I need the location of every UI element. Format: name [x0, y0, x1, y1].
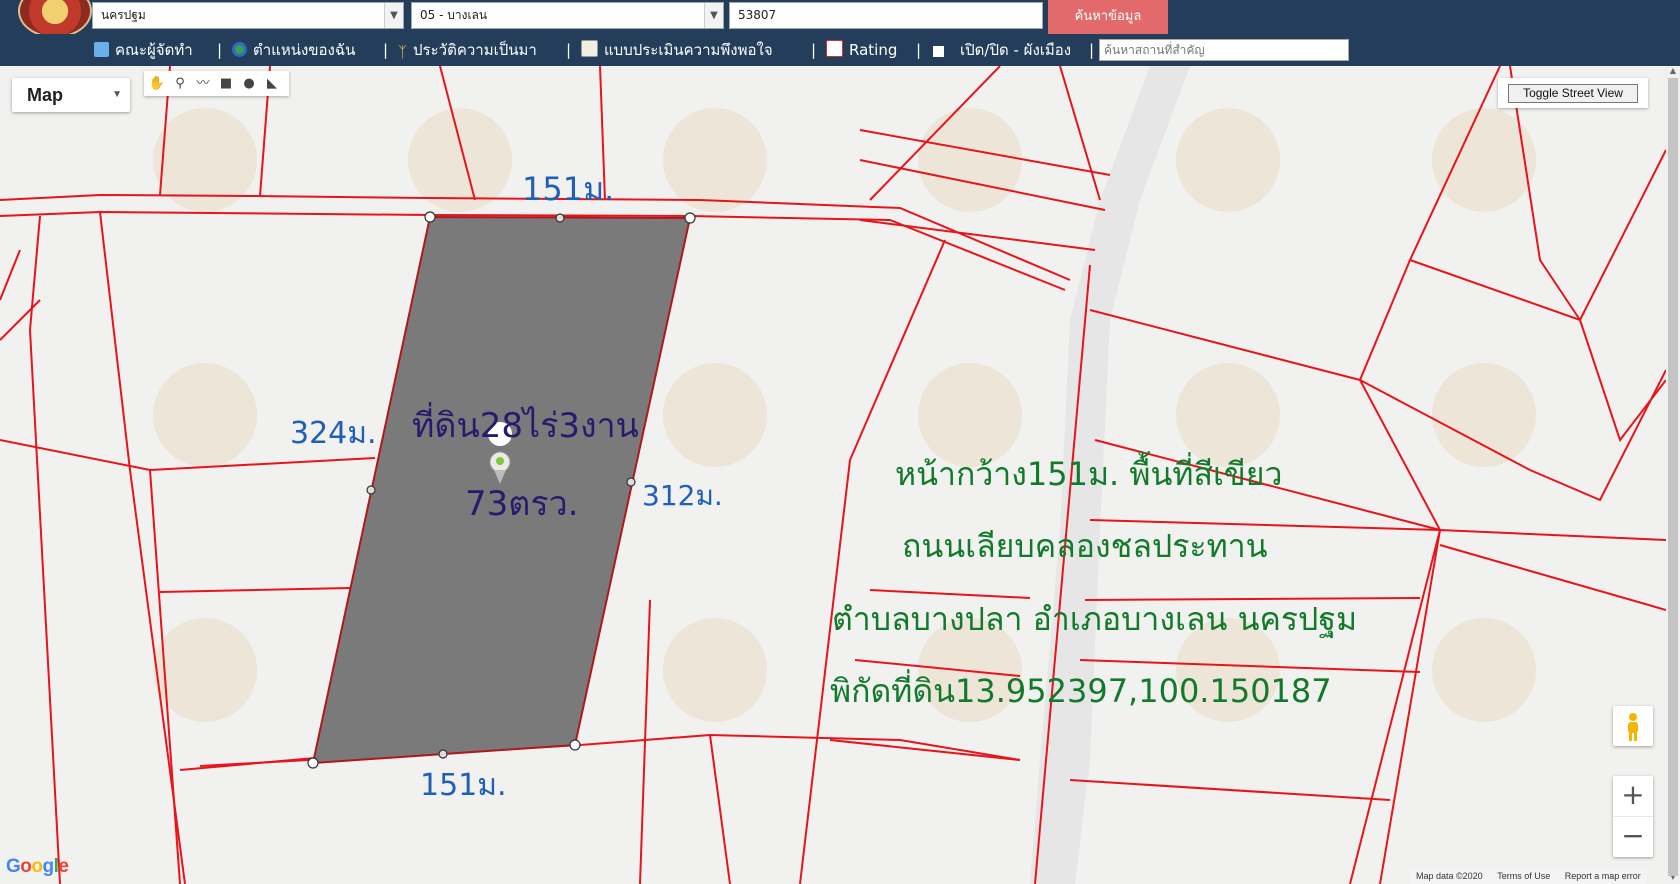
- nav-separator: |: [566, 41, 572, 59]
- toggle-street-view-button[interactable]: Toggle Street View: [1508, 84, 1638, 103]
- scroll-up-icon[interactable]: ▲: [1666, 66, 1680, 78]
- parcel-number-input[interactable]: 53807: [729, 2, 1043, 29]
- right-length-label: 312ม.: [642, 479, 723, 512]
- nav-separator: |: [916, 41, 922, 59]
- district-select-value: 05 - บางเลน: [420, 8, 488, 22]
- parcel-number-value: 53807: [738, 8, 777, 22]
- place-search-input[interactable]: ค้นหาสถานที่สำคัญ: [1099, 39, 1349, 61]
- info-frontage: หน้ากว้าง151ม. พื้นที่สีเขียว: [895, 451, 1283, 493]
- sprout-icon: ᛉ: [398, 43, 408, 61]
- parcel-boundaries: [0, 66, 1666, 884]
- search-button[interactable]: ค้นหาข้อมูล: [1048, 0, 1168, 34]
- map-data-text: Map data ©2020: [1416, 871, 1483, 881]
- globe-icon: [232, 42, 247, 57]
- drawing-toolbar: ✋ ⚲ 〰 ■ ● ◣: [144, 71, 289, 96]
- zoom-out-button[interactable]: −: [1613, 816, 1653, 857]
- nav-item-team[interactable]: คณะผู้จัดทำ: [94, 34, 193, 66]
- nav-bar: คณะผู้จัดทำ | ตำแหน่งของฉัน | ᛉ ประวัติคว…: [0, 34, 1680, 66]
- nav-separator: |: [811, 41, 817, 59]
- polygon-icon[interactable]: ◣: [263, 75, 281, 93]
- zoom-in-button[interactable]: +: [1613, 776, 1653, 816]
- left-length-label: 324ม.: [290, 416, 377, 451]
- report-error-link[interactable]: Report a map error: [1565, 871, 1641, 881]
- map-type-label: Map: [27, 85, 63, 105]
- nav-item-history[interactable]: ᛉ ประวัติความเป็นมา: [398, 34, 537, 66]
- top-search-bar: นครปฐม ▼ 05 - บางเลน ▼ 53807 ค้นหาข้อมูล: [0, 0, 1680, 38]
- nav-separator: |: [1089, 41, 1095, 59]
- rectangle-icon[interactable]: ■: [217, 75, 235, 93]
- map-attribution: Map data ©2020 Terms of Use Report a map…: [1410, 868, 1647, 884]
- nav-item-label: ประวัติความเป็นมา: [413, 41, 537, 59]
- team-icon: [94, 42, 109, 57]
- checkbox-icon[interactable]: [933, 46, 944, 57]
- department-logo: [18, 0, 92, 38]
- form-icon: [581, 40, 598, 57]
- bottom-width-label: 151ม.: [420, 768, 507, 803]
- info-coordinates: พิกัดที่ดิน13.952397,100.150187: [830, 669, 1332, 710]
- chart-icon: [826, 40, 843, 57]
- nav-item-label: ตำแหน่งของฉัน: [253, 41, 356, 59]
- nav-item-label: Rating: [849, 41, 898, 59]
- info-address: ตำบลบางปลา อำเภอบางเลน นครปฐม: [832, 600, 1357, 639]
- nav-item-city-plan-toggle[interactable]: เปิด/ปิด - ผังเมือง: [933, 34, 1071, 66]
- nav-item-my-location[interactable]: ตำแหน่งของฉัน: [232, 34, 355, 66]
- marker-icon[interactable]: ⚲: [171, 75, 189, 93]
- nav-item-satisfaction[interactable]: แบบประเมินความพึงพอใจ: [581, 34, 773, 66]
- nav-item-label: แบบประเมินความพึงพอใจ: [604, 41, 773, 59]
- pegman-figure: [1628, 713, 1638, 741]
- nav-separator: |: [383, 41, 389, 59]
- parcel-map[interactable]: 151ม. 324ม. 312ม. 151ม. ที่ดิน28ไร่3งาน …: [0, 66, 1666, 884]
- polyline-icon[interactable]: 〰: [194, 75, 212, 93]
- area-label-line1: ที่ดิน28ไร่3งาน: [412, 402, 639, 446]
- chevron-down-icon: ▼: [112, 89, 122, 100]
- terms-link[interactable]: Terms of Use: [1497, 871, 1550, 881]
- nav-separator: |: [217, 41, 223, 59]
- map-canvas[interactable]: 151ม. 324ม. 312ม. 151ม. ที่ดิน28ไร่3งาน …: [0, 66, 1666, 884]
- nav-item-rating[interactable]: Rating: [826, 34, 897, 66]
- nav-item-label: เปิด/ปิด - ผังเมือง: [960, 41, 1072, 59]
- zoom-control: + −: [1613, 776, 1653, 857]
- district-select[interactable]: 05 - บางเลน ▼: [411, 2, 724, 29]
- map-type-select[interactable]: Map ▼: [12, 78, 130, 112]
- nav-item-label: คณะผู้จัดทำ: [115, 41, 193, 59]
- hand-icon[interactable]: ✋: [148, 75, 166, 93]
- chevron-down-icon[interactable]: ▼: [704, 3, 723, 28]
- pegman-icon[interactable]: [1613, 706, 1653, 746]
- google-logo[interactable]: Google: [6, 856, 69, 878]
- street-view-control: Toggle Street View: [1498, 78, 1648, 108]
- scrollbar-thumb[interactable]: [1668, 78, 1678, 876]
- circle-icon[interactable]: ●: [240, 75, 258, 93]
- top-width-label: 151ม.: [522, 170, 614, 208]
- info-road: ถนนเลียบคลองชลประทาน: [902, 527, 1268, 565]
- area-label-line2: 73ตรว.: [465, 484, 579, 524]
- province-select[interactable]: นครปฐม ▼: [92, 2, 404, 29]
- province-select-value: นครปฐม: [101, 8, 146, 22]
- chevron-down-icon[interactable]: ▼: [384, 3, 403, 28]
